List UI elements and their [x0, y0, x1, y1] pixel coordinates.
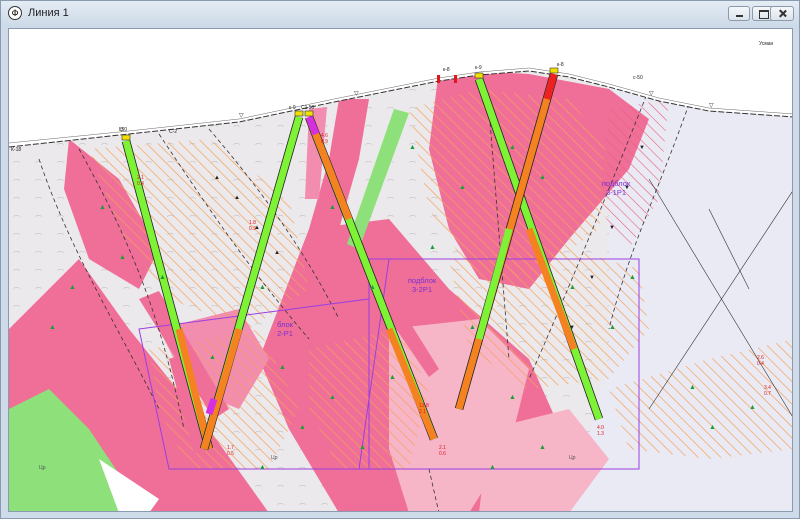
svg-text:▲: ▲ [389, 374, 396, 381]
svg-text:▲: ▲ [119, 254, 126, 261]
svg-text:▲: ▲ [709, 424, 716, 431]
block-label-title: блок [277, 320, 294, 329]
geological-section-canvas[interactable]: ⌒ [8, 28, 793, 512]
svg-text:▽: ▽ [239, 113, 244, 119]
svg-text:▲: ▲ [539, 174, 546, 181]
svg-text:2.1: 2.1 [419, 409, 426, 415]
surface-label: с-50 [633, 75, 643, 81]
minimize-icon [729, 7, 749, 20]
svg-text:▲: ▲ [259, 284, 266, 291]
svg-text:▼: ▼ [609, 225, 615, 231]
svg-text:▲: ▲ [329, 204, 336, 211]
section-drawing: ⌒ [9, 29, 792, 511]
svg-text:▲: ▲ [299, 424, 306, 431]
surface-label: С-2 [169, 129, 177, 135]
svg-text:▲: ▲ [159, 274, 166, 281]
svg-text:0.4: 0.4 [757, 361, 764, 367]
surface-label: к-9 [475, 65, 482, 71]
svg-text:▲: ▲ [209, 354, 216, 361]
svg-text:▲: ▲ [99, 204, 106, 211]
svg-text:▲: ▲ [489, 464, 496, 471]
subblock-label-title-2: подблок [602, 179, 631, 188]
application-window: Ф Линия 1 ⌒ [0, 0, 800, 519]
window-title: Линия 1 [28, 7, 69, 19]
svg-text:1.3: 1.3 [597, 431, 604, 437]
svg-text:0.7: 0.7 [764, 391, 771, 397]
subblock-label-code: 3-2P1 [412, 285, 432, 294]
zone-label: Цр [39, 465, 46, 471]
surface-label: К-18 [11, 147, 21, 153]
svg-text:▲: ▲ [459, 184, 466, 191]
subblock-label-title: подблок [408, 276, 437, 285]
surface-label: с50 [119, 127, 127, 133]
block-label-code: 2-P1 [277, 329, 293, 338]
minimize-button[interactable] [728, 6, 750, 21]
svg-text:▲: ▲ [469, 324, 476, 331]
subblock-label-code-2: 3-1P1 [606, 188, 626, 197]
svg-text:▲: ▲ [69, 284, 76, 291]
svg-text:▲: ▲ [509, 394, 516, 401]
surface-label: к-8 [557, 62, 564, 68]
svg-text:▲: ▲ [629, 274, 636, 281]
svg-text:▲: ▲ [429, 244, 436, 251]
svg-text:▲: ▲ [539, 444, 546, 451]
svg-text:▲: ▲ [359, 444, 366, 451]
svg-text:▲: ▲ [569, 284, 576, 291]
svg-text:▲: ▲ [369, 284, 376, 291]
svg-text:▲: ▲ [409, 144, 416, 151]
svg-text:▲: ▲ [259, 464, 266, 471]
svg-text:0.9: 0.9 [321, 139, 328, 145]
svg-text:▲: ▲ [214, 175, 220, 181]
svg-text:▲: ▲ [274, 250, 280, 256]
svg-text:▲: ▲ [49, 324, 56, 331]
svg-text:▽: ▽ [354, 91, 359, 97]
svg-text:▲: ▲ [609, 324, 616, 331]
title-bar[interactable]: Ф Линия 1 [1, 1, 799, 27]
surface-label: С1 50 [301, 105, 315, 111]
svg-text:▲: ▲ [329, 394, 336, 401]
close-icon [766, 7, 793, 20]
surface-label: к-9 [289, 105, 296, 111]
svg-text:▼: ▼ [569, 325, 575, 331]
svg-text:0.4: 0.4 [137, 181, 144, 187]
svg-text:0.5: 0.5 [227, 451, 234, 457]
surface-label: к-8 [443, 67, 450, 73]
svg-text:▽: ▽ [709, 103, 714, 109]
app-icon: Ф [8, 6, 22, 20]
svg-text:▲: ▲ [749, 404, 756, 411]
svg-text:▲: ▲ [254, 225, 260, 231]
zone-label: Цр [271, 455, 278, 461]
svg-text:▼: ▼ [589, 275, 595, 281]
svg-text:▲: ▲ [234, 195, 240, 201]
close-button[interactable] [770, 6, 794, 21]
svg-text:▽: ▽ [649, 91, 654, 97]
svg-text:▲: ▲ [509, 144, 516, 151]
zone-label: Цр [569, 455, 576, 461]
svg-text:▼: ▼ [639, 145, 645, 151]
svg-text:▲: ▲ [279, 364, 286, 371]
svg-text:0.6: 0.6 [439, 451, 446, 457]
corner-label: Усман [759, 41, 774, 47]
svg-text:▲: ▲ [689, 384, 696, 391]
